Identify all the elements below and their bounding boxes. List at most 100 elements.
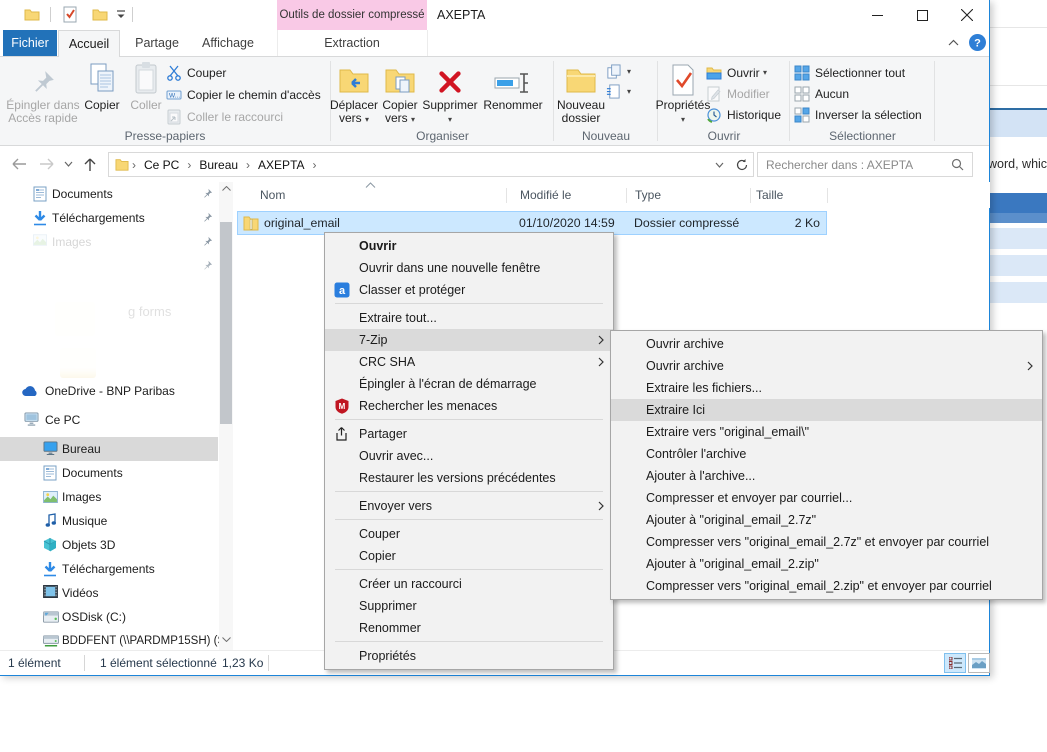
menu-item-envoyer-vers[interactable]: Envoyer vers [325,495,613,517]
recent-locations-dropdown[interactable] [61,152,75,176]
submenu-item-extraire-fichiers[interactable]: Extraire les fichiers... [611,377,1042,399]
quick-access-downloads[interactable]: Téléchargements [0,206,218,230]
thumbnail-view-button[interactable] [968,653,990,673]
new-folder-button[interactable]: Nouveaudossier [556,60,606,130]
submenu-item-compresser-zip[interactable]: Compresser vers "original_email_2.zip" e… [611,575,1042,597]
minimize-button[interactable] [855,0,900,30]
submenu-item-ajouter-7z[interactable]: Ajouter à "original_email_2.7z" [611,509,1042,531]
edit-button[interactable]: Modifier [706,83,770,104]
refresh-button[interactable] [731,152,754,177]
open-button[interactable]: Ouvrir ▾ [706,62,767,83]
submenu-item-compresser-envoyer[interactable]: Compresser et envoyer par courriel... [611,487,1042,509]
help-icon[interactable]: ? [969,34,986,51]
history-button[interactable]: Historique [706,104,781,125]
sidebar-musique[interactable]: Musique [0,509,218,533]
sidebar-osdisk[interactable]: OSDisk (C:) [0,605,218,629]
menu-item-supprimer[interactable]: Supprimer [325,595,613,617]
menu-item-crc-sha[interactable]: CRC SHA [325,351,613,373]
sidebar-this-pc[interactable]: Ce PC [0,408,218,432]
submenu-item-compresser-7z[interactable]: Compresser vers "original_email_2.7z" et… [611,531,1042,553]
submenu-item-controler-archive[interactable]: Contrôler l'archive [611,443,1042,465]
submenu-item-ajouter-zip[interactable]: Ajouter à "original_email_2.zip" [611,553,1042,575]
menu-item-classer-proteger[interactable]: a Classer et protéger [325,279,613,301]
tab-extraction[interactable]: Extraction [277,30,427,56]
menu-item-couper[interactable]: Couper [325,523,613,545]
select-none-button[interactable]: Aucun [794,83,849,104]
menu-item-restaurer-versions[interactable]: Restaurer les versions précédentes [325,467,613,489]
column-header-modified[interactable]: Modifié le [520,182,571,208]
qat-new-folder-icon[interactable] [92,7,108,23]
column-header-size[interactable]: Taille [756,182,783,208]
scroll-up-icon[interactable] [222,186,231,191]
menu-item-proprietes[interactable]: Propriétés [325,645,613,667]
easy-access-button[interactable]: ▾ [606,81,631,102]
quick-access-images[interactable]: Images [0,230,218,254]
column-header-name[interactable]: Nom [260,182,285,208]
copy-to-button[interactable]: Copiervers ▾ [379,60,421,130]
menu-item-extraire-tout[interactable]: Extraire tout... [325,307,613,329]
properties-button[interactable]: Propriétés▾ [660,60,706,130]
menu-item-ouvrir-nouvelle-fenetre[interactable]: Ouvrir dans une nouvelle fenêtre [325,257,613,279]
search-icon[interactable] [951,158,964,171]
qat-customize-icon[interactable] [116,10,126,20]
select-all-button[interactable]: Sélectionner tout [794,62,905,83]
submenu-item-extraire-vers[interactable]: Extraire vers "original_email\" [611,421,1042,443]
sidebar-objets-3d[interactable]: Objets 3D [0,533,218,557]
sidebar-documents[interactable]: Documents [0,461,218,485]
sidebar-videos[interactable]: Vidéos [0,581,218,605]
invert-selection-button[interactable]: Inverser la sélection [794,104,922,125]
menu-item-renommer[interactable]: Renommer [325,617,613,639]
qat-properties-icon[interactable] [62,6,78,23]
copy-path-button[interactable]: W... Copier le chemin d'accès [166,84,321,105]
rename-button[interactable]: Renommer [479,60,547,130]
column-header-type[interactable]: Type [635,182,661,208]
breadcrumb-ce-pc[interactable]: Ce PC [144,158,179,172]
breadcrumb-bureau[interactable]: Bureau [199,158,238,172]
paste-button[interactable]: Coller [126,60,166,130]
sidebar-scrollbar[interactable] [219,182,233,650]
menu-item-creer-raccourci[interactable]: Créer un raccourci [325,573,613,595]
tab-affichage[interactable]: Affichage [197,30,259,56]
menu-item-partager[interactable]: Partager [325,423,613,445]
submenu-item-ouvrir-archive[interactable]: Ouvrir archive [611,333,1042,355]
back-button[interactable] [8,152,30,176]
menu-item-rechercher-menaces[interactable]: M Rechercher les menaces [325,395,613,417]
move-to-button[interactable]: Déplacervers ▾ [331,60,377,130]
menu-item-epingler-ecran-demarrage[interactable]: Épingler à l'écran de démarrage [325,373,613,395]
maximize-button[interactable] [900,0,945,30]
up-button[interactable] [79,152,101,176]
submenu-item-ajouter-archive[interactable]: Ajouter à l'archive... [611,465,1042,487]
menu-item-ouvrir[interactable]: Ouvrir [325,235,613,257]
copy-button[interactable]: Copier [80,60,124,130]
search-input[interactable]: Rechercher dans : AXEPTA [757,152,973,177]
quick-access-documents[interactable]: Documents [0,182,218,206]
scrollbar-thumb[interactable] [220,222,232,424]
tab-partage[interactable]: Partage [127,30,187,56]
pin-quick-access-button[interactable]: Épingler dansAccès rapide [6,60,80,130]
quick-access-item[interactable] [0,254,218,278]
close-button[interactable] [944,0,989,30]
submenu-item-ouvrir-archive-2[interactable]: Ouvrir archive [611,355,1042,377]
scroll-down-icon[interactable] [222,637,231,642]
sidebar-images[interactable]: Images [0,485,218,509]
tab-fichier[interactable]: Fichier [3,30,57,56]
new-item-button[interactable]: ▾ [606,61,631,82]
forward-button[interactable] [36,152,58,176]
sidebar-telechargements[interactable]: Téléchargements [0,557,218,581]
qat-folder-icon[interactable] [24,7,40,23]
breadcrumb-axepta[interactable]: AXEPTA [258,158,304,172]
menu-item-copier[interactable]: Copier [325,545,613,567]
menu-item-7zip[interactable]: 7-Zip [325,329,613,351]
contextual-tab-header[interactable]: Outils de dossier compressé [277,0,427,30]
collapse-ribbon-icon[interactable] [948,39,959,46]
paste-shortcut-button[interactable]: Coller le raccourci [166,106,283,127]
sidebar-bureau[interactable]: Bureau [0,437,218,461]
delete-button[interactable]: Supprimer▾ [424,60,476,130]
submenu-item-extraire-ici[interactable]: Extraire Ici [611,399,1042,421]
details-view-button[interactable] [944,653,966,673]
address-bar[interactable]: › Ce PC › Bureau › AXEPTA › [108,152,732,177]
cut-button[interactable]: Couper [166,62,226,83]
tab-accueil[interactable]: Accueil [58,30,120,57]
sidebar-onedrive[interactable]: OneDrive - BNP Paribas [0,379,218,403]
menu-item-ouvrir-avec[interactable]: Ouvrir avec... [325,445,613,467]
